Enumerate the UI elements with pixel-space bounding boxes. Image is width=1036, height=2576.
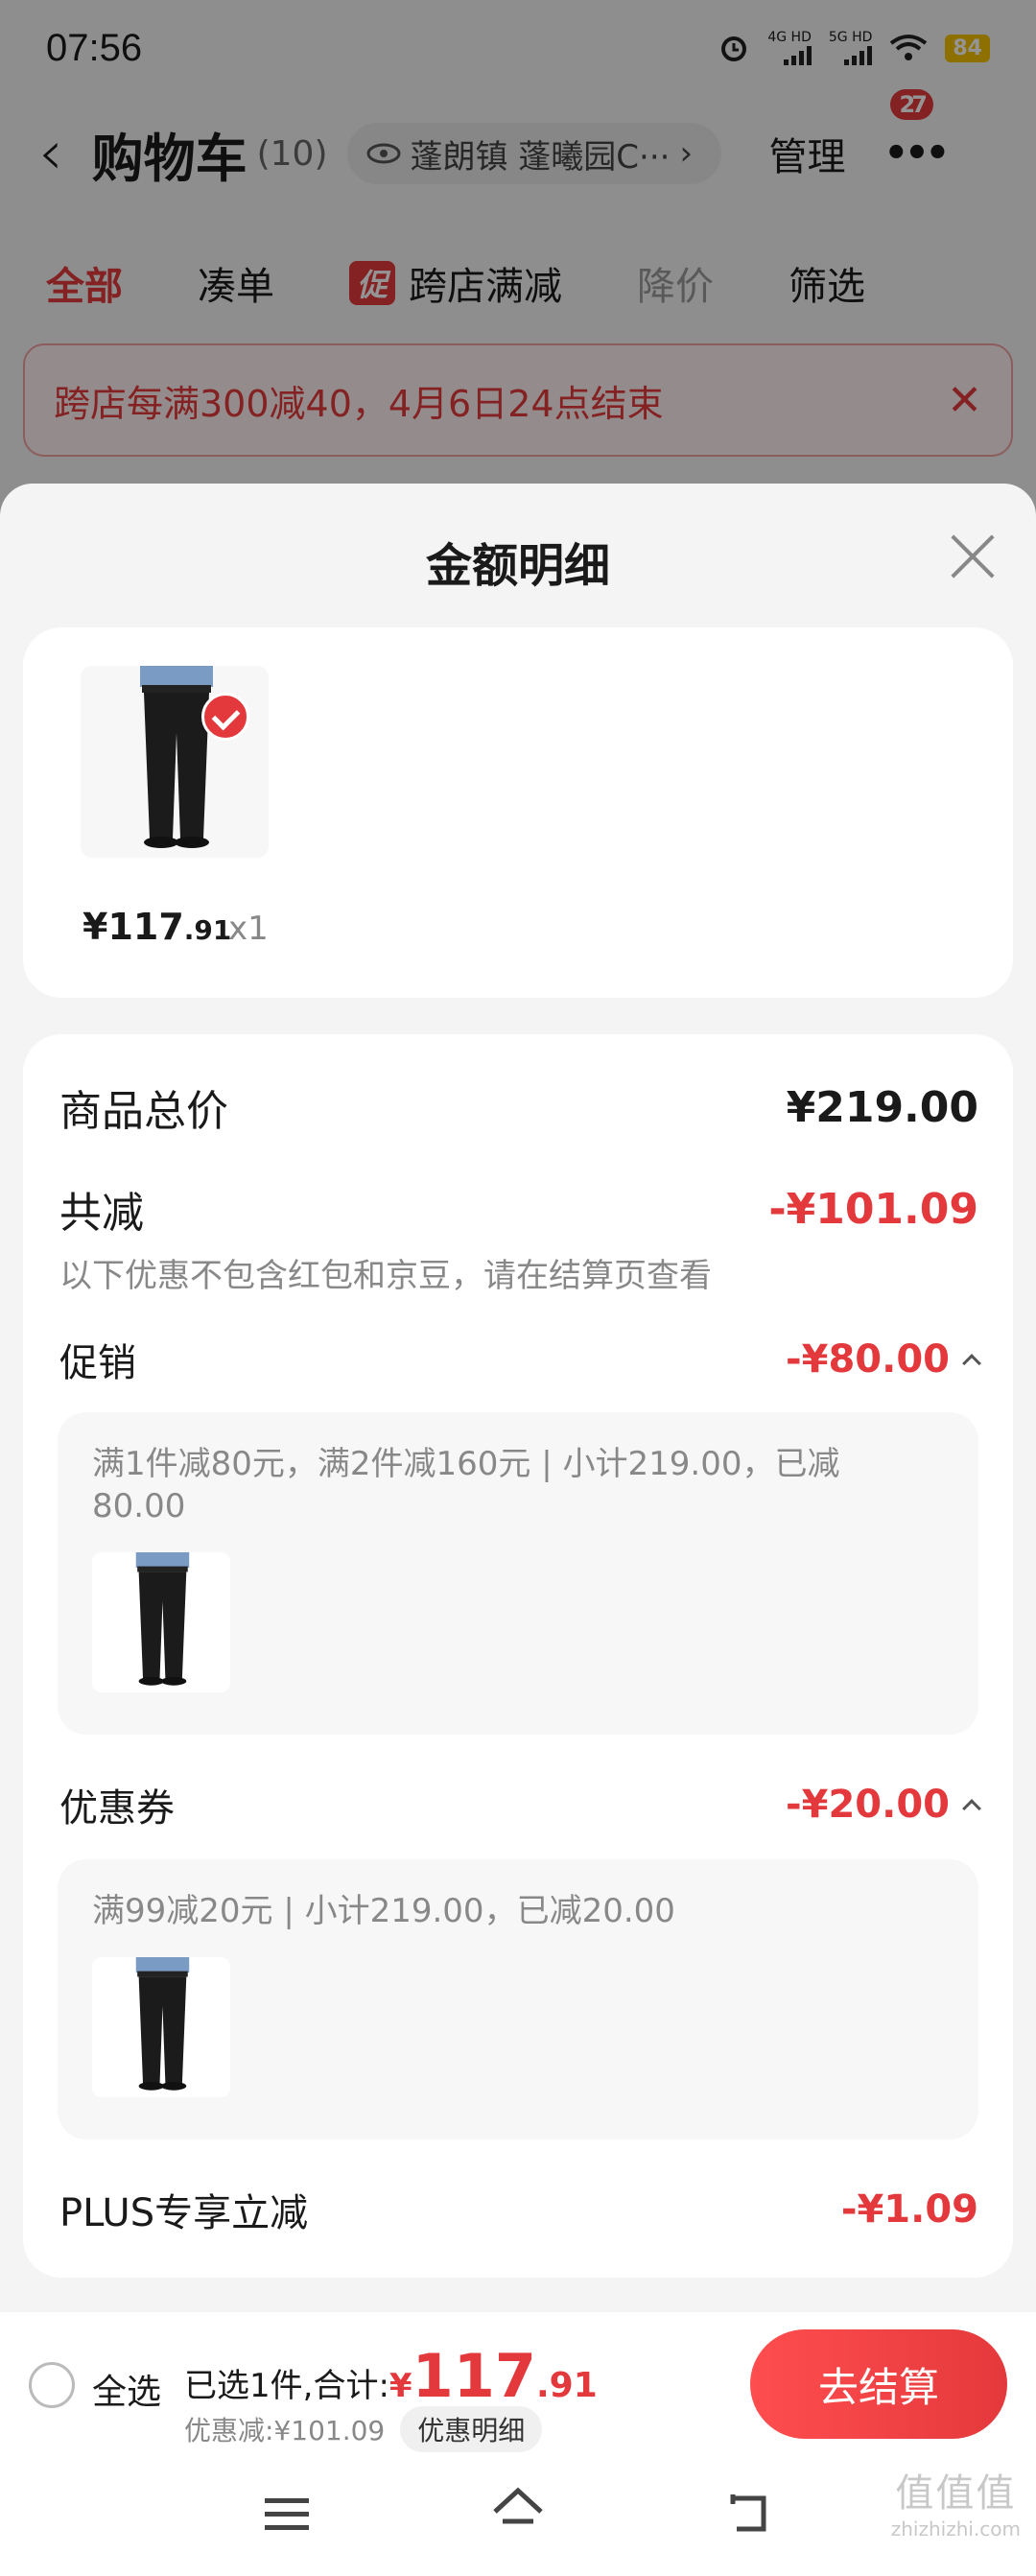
sheet-title: 金额明细 xyxy=(425,539,610,593)
reduce-value: -¥101.09 xyxy=(768,1184,978,1234)
promo-product-image xyxy=(92,1552,230,1692)
chevron-up-icon xyxy=(962,1799,981,1818)
coupon-box: 满99减20元 | 小计219.00，已减20.00 xyxy=(58,1859,978,2139)
check-icon xyxy=(201,693,249,741)
select-all-label[interactable]: 全选 xyxy=(92,2364,161,2414)
close-icon[interactable] xyxy=(944,528,1001,585)
total-row: 商品总价 ¥219.00 xyxy=(59,1076,978,1138)
back-icon[interactable] xyxy=(725,2493,773,2535)
plus-row: PLUS专享立减 -¥1.09 xyxy=(59,2182,978,2237)
promo-value: -¥80.00 xyxy=(786,1337,950,1382)
total-dec: .91 xyxy=(536,2366,598,2405)
checkout-button[interactable]: 去结算 xyxy=(750,2329,1007,2439)
plus-value: -¥1.09 xyxy=(840,2187,978,2232)
product-card: ¥117.91 x1 xyxy=(23,627,1013,998)
sum-line: 已选1件,合计: ¥ 117 .91 xyxy=(184,2341,598,2411)
menu-icon[interactable] xyxy=(265,2498,309,2531)
reduce-row: 共减 -¥101.09 xyxy=(59,1178,978,1240)
selected-label: 已选1件,合计: xyxy=(184,2367,389,2405)
detail-card: 商品总价 ¥219.00 共减 -¥101.09 以下优惠不包含红包和京豆，请在… xyxy=(23,1034,1013,2278)
discount-detail-button[interactable]: 优惠明细 xyxy=(400,2406,543,2452)
reduce-note: 以下优惠不包含红包和京豆，请在结算页查看 xyxy=(59,1257,712,1295)
promo-desc: 满1件减80元，满2件减160元 | 小计219.00，已减80.00 xyxy=(92,1445,840,1525)
product-price-dec: .91 xyxy=(183,914,232,946)
currency: ¥ xyxy=(388,2367,412,2405)
watermark-text: 值值值 xyxy=(895,2471,1017,2516)
product-price-int: ¥117 xyxy=(82,906,184,948)
chevron-up-icon xyxy=(962,1354,981,1373)
home-icon[interactable] xyxy=(489,2483,547,2537)
product-qty: x1 xyxy=(228,910,269,948)
promo-label: 促销 xyxy=(59,1341,136,1385)
watermark: 值值值 zhizhizhi.com xyxy=(891,2462,1021,2541)
pants-image xyxy=(81,666,269,858)
total-label: 商品总价 xyxy=(59,1087,228,1136)
total-int: 117 xyxy=(412,2341,536,2411)
select-all-radio[interactable] xyxy=(29,2362,75,2408)
system-nav-bar xyxy=(0,2456,1036,2576)
watermark-url: zhizhizhi.com xyxy=(890,2517,1021,2541)
discount-text: 优惠减:¥101.09 xyxy=(184,2415,386,2446)
total-value: ¥219.00 xyxy=(786,1082,978,1132)
amount-detail-sheet: 金额明细 ¥117.91 x1 商品总价 ¥219.00 共减 -¥101.09 xyxy=(0,484,1036,2576)
checkout-bar: 全选 已选1件,合计: ¥ 117 .91 优惠减:¥101.09 优惠明细 去… xyxy=(0,2312,1036,2456)
product-price: ¥117.91 xyxy=(82,906,231,948)
coupon-row[interactable]: 优惠券 -¥20.00 xyxy=(59,1777,981,1832)
coupon-value: -¥20.00 xyxy=(786,1783,950,1827)
coupon-desc: 满99减20元 | 小计219.00，已减20.00 xyxy=(92,1892,675,1930)
product-image xyxy=(81,666,269,858)
promo-row[interactable]: 促销 -¥80.00 xyxy=(59,1332,981,1387)
discount-line: 优惠减:¥101.09 优惠明细 xyxy=(184,2406,543,2452)
coupon-product-image xyxy=(92,1957,230,2097)
reduce-label: 共减 xyxy=(59,1189,144,1238)
promo-box: 满1件减80元，满2件减160元 | 小计219.00，已减80.00 xyxy=(58,1412,978,1735)
plus-label: PLUS专享立减 xyxy=(59,2191,309,2235)
coupon-label: 优惠券 xyxy=(59,1786,175,1831)
